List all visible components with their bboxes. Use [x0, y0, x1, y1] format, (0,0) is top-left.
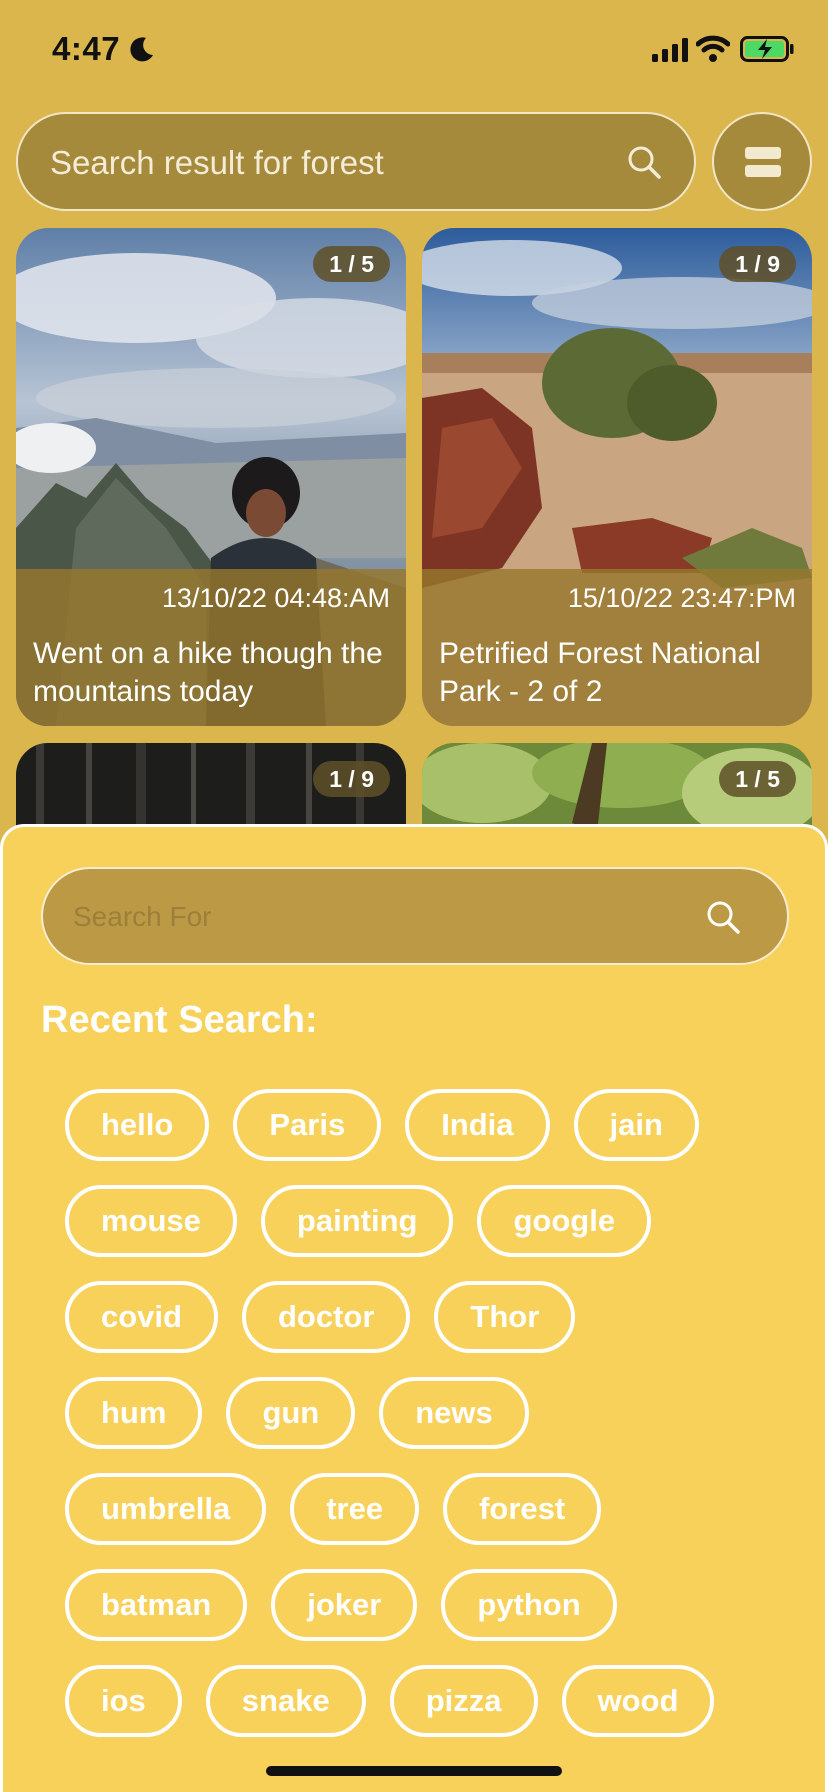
recent-search-chip[interactable]: batman	[65, 1569, 248, 1641]
result-card[interactable]: 1 / 5 13/10/22 04:48:AM Went on a hike t…	[16, 228, 406, 726]
image-count-badge: 1 / 5	[719, 761, 796, 797]
post-caption: Went on a hike though the mountains toda…	[33, 637, 383, 708]
recent-search-chip[interactable]: google	[477, 1185, 652, 1257]
search-input[interactable]: Search For	[41, 867, 789, 965]
wifi-icon	[696, 35, 730, 62]
card-info: 15/10/22 23:47:PM Petrified Forest Natio…	[422, 569, 812, 726]
recent-search-chip[interactable]: painting	[260, 1185, 454, 1257]
recent-search-chip[interactable]: Paris	[233, 1089, 382, 1161]
chip-row: hello Paris India jain	[65, 1089, 765, 1161]
recent-search-chip[interactable]: hum	[65, 1377, 203, 1449]
recent-search-chip[interactable]: India	[405, 1089, 550, 1161]
list-layout-icon	[745, 147, 781, 159]
status-bar: 4:47	[0, 0, 828, 100]
recent-search-chip[interactable]: doctor	[241, 1281, 411, 1353]
search-icon[interactable]	[705, 899, 741, 935]
post-date: 15/10/22 23:47:PM	[567, 583, 796, 613]
search-placeholder: Search For	[73, 901, 212, 932]
moon-icon	[130, 37, 153, 62]
recent-search-chip[interactable]: wood	[561, 1665, 715, 1737]
recent-search-chip[interactable]: forest	[443, 1473, 602, 1545]
home-indicator	[266, 1766, 562, 1776]
chip-row: umbrella tree forest	[65, 1473, 765, 1545]
recent-search-chip[interactable]: hello	[65, 1089, 210, 1161]
battery-charging-icon	[740, 36, 794, 62]
recent-search-title: Recent Search:	[41, 999, 318, 1041]
recent-search-chip[interactable]: gun	[226, 1377, 356, 1449]
layout-toggle-button[interactable]	[712, 112, 812, 211]
recent-search-chip[interactable]: news	[379, 1377, 529, 1449]
status-time: 4:47	[52, 30, 121, 67]
image-count-badge: 1 / 9	[719, 246, 796, 282]
chip-row: covid doctor Thor	[65, 1281, 765, 1353]
image-count-badge: 1 / 9	[313, 761, 390, 797]
recent-search-chip[interactable]: Thor	[434, 1281, 576, 1353]
result-card[interactable]: 1 / 9 15/10/22 23:47:PM Petrified Forest…	[422, 228, 812, 726]
cellular-signal-icon	[652, 38, 688, 62]
recent-search-chip[interactable]: pizza	[389, 1665, 538, 1737]
recent-search-chip[interactable]: mouse	[65, 1185, 237, 1257]
search-icon[interactable]	[626, 144, 662, 180]
card-info: 13/10/22 04:48:AM Went on a hike though …	[16, 569, 406, 726]
recent-search-chips: hello Paris India jain mouse painting google co…	[65, 1089, 765, 1761]
search-bar[interactable]: Search result for forest	[16, 112, 696, 211]
chip-row: hum gun news	[65, 1377, 765, 1449]
recent-search-chip[interactable]: jain	[573, 1089, 699, 1161]
post-caption: Petrified Forest National Park - 2 of 2	[439, 637, 761, 708]
search-query-text: Search result for forest	[50, 144, 384, 181]
recent-search-chip[interactable]: python	[441, 1569, 617, 1641]
recent-search-chip[interactable]: covid	[65, 1281, 218, 1353]
image-count-badge: 1 / 5	[313, 246, 390, 282]
post-date: 13/10/22 04:48:AM	[161, 583, 390, 613]
recent-search-chip[interactable]: umbrella	[65, 1473, 267, 1545]
recent-search-chip[interactable]: snake	[205, 1665, 366, 1737]
recent-search-chip[interactable]: joker	[271, 1569, 418, 1641]
chip-row: ios snake pizza wood	[65, 1665, 765, 1737]
recent-search-chip[interactable]: ios	[65, 1665, 182, 1737]
chip-row: mouse painting google	[65, 1185, 765, 1257]
chip-row: batman joker python	[65, 1569, 765, 1641]
recent-search-chip[interactable]: tree	[290, 1473, 420, 1545]
search-sheet: Search For Recent Search: hello Paris Indi…	[0, 824, 828, 1792]
